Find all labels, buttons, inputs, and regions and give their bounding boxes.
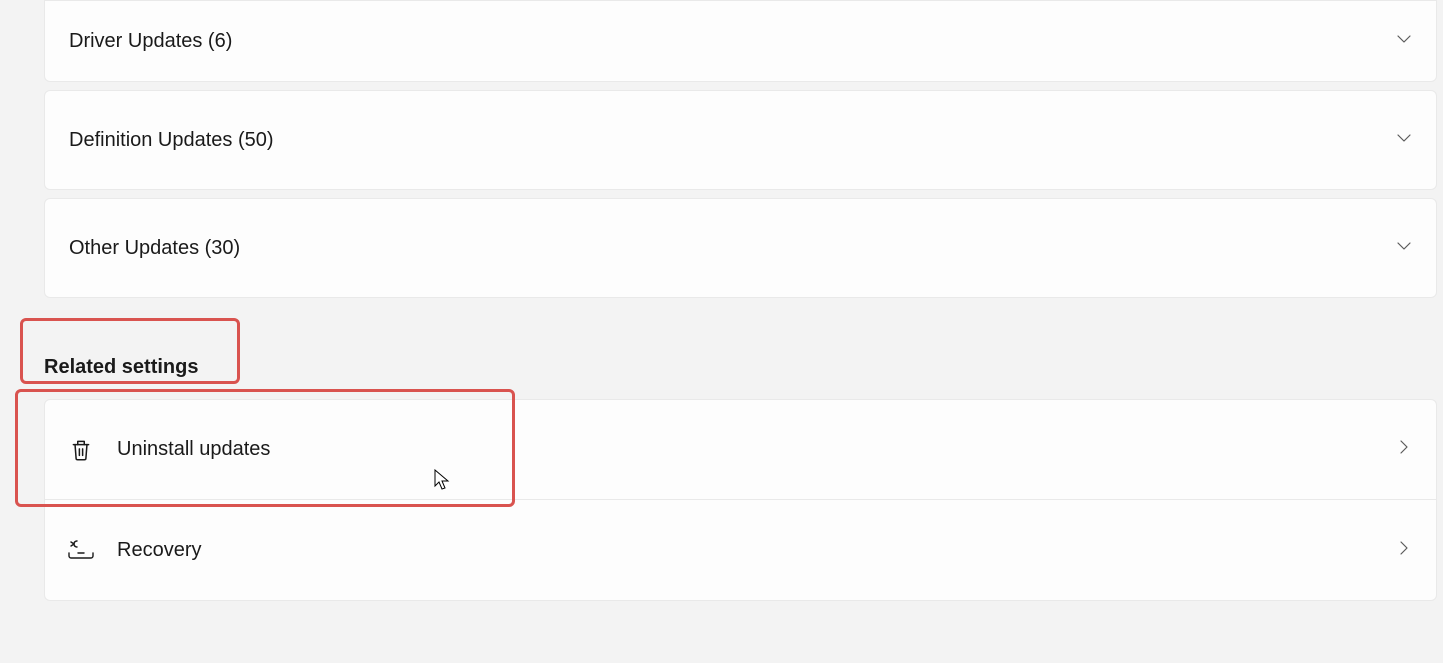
related-settings-list: Uninstall updates Recovery xyxy=(44,399,1437,601)
update-category-definition[interactable]: Definition Updates (50) xyxy=(44,90,1437,190)
chevron-down-icon xyxy=(1396,130,1412,151)
settings-item-label: Uninstall updates xyxy=(117,438,1396,461)
recovery-icon xyxy=(57,537,105,563)
chevron-down-icon xyxy=(1396,238,1412,259)
category-label: Definition Updates (50) xyxy=(69,129,274,152)
uninstall-updates-item[interactable]: Uninstall updates xyxy=(45,400,1436,500)
chevron-right-icon xyxy=(1396,439,1412,460)
trash-icon xyxy=(57,437,105,463)
update-category-driver[interactable]: Driver Updates (6) xyxy=(44,0,1437,82)
update-category-other[interactable]: Other Updates (30) xyxy=(44,198,1437,298)
chevron-right-icon xyxy=(1396,540,1412,561)
category-label: Other Updates (30) xyxy=(69,237,240,260)
chevron-down-icon xyxy=(1396,31,1412,52)
category-label: Driver Updates (6) xyxy=(69,30,232,53)
related-settings-heading: Related settings xyxy=(44,356,1437,379)
settings-item-label: Recovery xyxy=(117,539,1396,562)
recovery-item[interactable]: Recovery xyxy=(45,500,1436,600)
